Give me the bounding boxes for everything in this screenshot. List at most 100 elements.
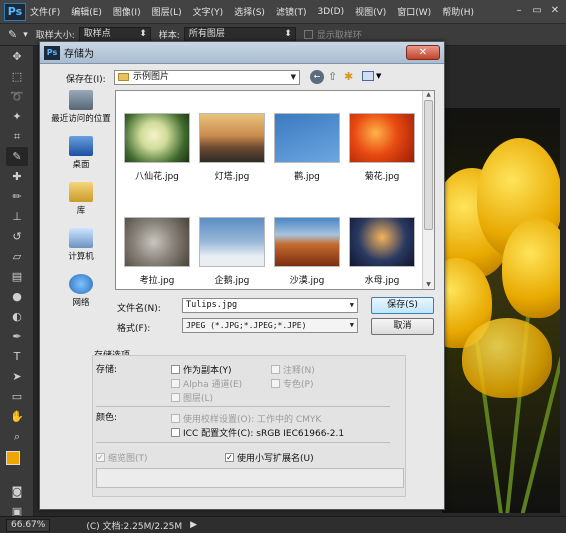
eyedropper-tool-icon[interactable]: ✎	[6, 147, 28, 166]
desktop-icon	[69, 136, 93, 156]
recent-places-icon	[69, 90, 93, 110]
layers-checkbox[interactable]: 图层(L)	[171, 391, 213, 404]
scrollbar-thumb[interactable]	[424, 100, 433, 230]
close-icon[interactable]: ✕	[548, 4, 562, 18]
type-tool-icon[interactable]: T	[6, 347, 28, 366]
sample-select[interactable]: 所有图层 ⬍	[183, 27, 296, 42]
file-list-scrollbar[interactable]: ▲ ▼	[422, 91, 434, 289]
dialog-title: 存储为	[64, 49, 94, 60]
sample-size-label: 取样大小:	[35, 31, 75, 41]
place-network[interactable]: 网络	[47, 274, 115, 318]
notes-checkbox[interactable]: 注释(N)	[271, 363, 315, 376]
blur-tool-icon[interactable]: ●	[6, 287, 28, 306]
place-recent[interactable]: 最近访问的位置	[47, 90, 115, 134]
healing-tool-icon[interactable]: ✚	[6, 167, 28, 186]
menu-3d[interactable]: 3D(D)	[317, 7, 344, 17]
places-bar: 最近访问的位置 桌面 库 计算机 网络	[47, 88, 115, 313]
hand-tool-icon[interactable]: ✋	[6, 407, 28, 426]
menu-filter[interactable]: 滤镜(T)	[276, 5, 307, 18]
menu-bar: Ps 文件(F) 编辑(E) 图像(I) 图层(L) 文字(Y) 选择(S) 滤…	[0, 0, 566, 24]
file-name-6[interactable]: 沙漠.jpg	[267, 273, 347, 286]
color-label: 颜色:	[96, 413, 118, 423]
file-name-2[interactable]: 鹳.jpg	[267, 169, 347, 182]
path-select-tool-icon[interactable]: ➤	[6, 367, 28, 386]
thumbnail-checkbox[interactable]: ✓ 缩览图(T)	[96, 451, 148, 464]
place-desktop[interactable]: 桌面	[47, 136, 115, 180]
view-menu-icon[interactable]	[362, 71, 374, 81]
file-thumb-7[interactable]	[349, 217, 415, 267]
maximize-icon[interactable]: ▭	[530, 4, 544, 18]
file-thumb-2[interactable]	[274, 113, 340, 163]
options-divider	[96, 442, 390, 443]
lasso-tool-icon[interactable]: ➰	[6, 87, 28, 106]
eyedropper-icon[interactable]: ✎	[8, 28, 17, 41]
gradient-tool-icon[interactable]: ▤	[6, 267, 28, 286]
use-proof-checkbox[interactable]: 使用校样设置(O): 工作中的 CMYK	[171, 412, 321, 425]
minimize-icon[interactable]: –	[512, 4, 526, 18]
quick-select-tool-icon[interactable]: ✦	[6, 107, 28, 126]
computer-icon	[69, 228, 93, 248]
quick-mask-icon[interactable]: ◙	[6, 482, 28, 501]
file-list: 八仙花.jpg 灯塔.jpg 鹳.jpg 菊花.jpg 考拉.jpg 企鹅.jp…	[115, 90, 435, 290]
lowercase-extension-checkbox[interactable]: ✓ 使用小写扩展名(U)	[225, 451, 314, 464]
pen-tool-icon[interactable]: ✒	[6, 327, 28, 346]
file-name-4[interactable]: 考拉.jpg	[117, 273, 197, 286]
dodge-tool-icon[interactable]: ◐	[6, 307, 28, 326]
menu-layer[interactable]: 图层(L)	[152, 5, 182, 18]
save-in-select[interactable]: 示例图片 ▼	[114, 70, 300, 85]
spot-color-checkbox[interactable]: 专色(P)	[271, 377, 313, 390]
history-brush-tool-icon[interactable]: ↺	[6, 227, 28, 246]
menu-type[interactable]: 文字(Y)	[193, 5, 224, 18]
save-button[interactable]: 保存(S)	[371, 297, 434, 314]
icc-profile-checkbox[interactable]: ICC 配置文件(C): sRGB IEC61966-2.1	[171, 426, 344, 439]
menu-file[interactable]: 文件(F)	[30, 5, 60, 18]
sample-size-select[interactable]: 取样点 ⬍	[78, 27, 151, 42]
crop-tool-icon[interactable]: ⌗	[6, 127, 28, 146]
up-folder-icon[interactable]: ⇧	[328, 70, 337, 83]
as-copy-checkbox[interactable]: 作为副本(Y)	[171, 363, 232, 376]
foreground-color-swatch[interactable]	[6, 451, 20, 465]
file-thumb-6[interactable]	[274, 217, 340, 267]
show-ring-checkbox[interactable]	[303, 30, 313, 39]
file-name-5[interactable]: 企鹅.jpg	[192, 273, 272, 286]
file-name-7[interactable]: 水母.jpg	[342, 273, 422, 286]
stamp-tool-icon[interactable]: ⊥	[6, 207, 28, 226]
file-name-1[interactable]: 灯塔.jpg	[192, 169, 272, 182]
file-name-0[interactable]: 八仙花.jpg	[117, 169, 197, 182]
marquee-tool-icon[interactable]: ⬚	[6, 67, 28, 86]
file-thumb-0[interactable]	[124, 113, 190, 163]
file-thumb-5[interactable]	[199, 217, 265, 267]
menu-view[interactable]: 视图(V)	[355, 5, 386, 18]
file-thumb-4[interactable]	[124, 217, 190, 267]
brush-tool-icon[interactable]: ✏	[6, 187, 28, 206]
zoom-level[interactable]: 66.67%	[6, 518, 51, 532]
cancel-button[interactable]: 取消	[371, 318, 434, 335]
menu-select[interactable]: 选择(S)	[234, 5, 265, 18]
menu-help[interactable]: 帮助(H)	[442, 5, 474, 18]
place-computer[interactable]: 计算机	[47, 228, 115, 272]
file-thumb-1[interactable]	[199, 113, 265, 163]
view-menu-arrow-icon[interactable]: ▼	[376, 72, 381, 80]
file-thumb-3[interactable]	[349, 113, 415, 163]
filename-input[interactable]: Tulips.jpg ▼	[182, 298, 358, 313]
format-select[interactable]: JPEG (*.JPG;*.JPEG;*.JPE) ▼	[182, 318, 358, 333]
eraser-tool-icon[interactable]: ▱	[6, 247, 28, 266]
chevron-down-icon: ▼	[349, 301, 354, 309]
color-swatches[interactable]	[0, 447, 34, 481]
menu-window[interactable]: 窗口(W)	[397, 5, 431, 18]
status-bar: 66.67% (C) 文档:2.25M/2.25M ▶	[0, 516, 566, 533]
tool-preset-arrow-icon[interactable]: ▾	[23, 30, 28, 40]
back-icon[interactable]: ←	[310, 70, 324, 84]
place-libraries[interactable]: 库	[47, 182, 115, 226]
menu-edit[interactable]: 编辑(E)	[71, 5, 102, 18]
status-menu-arrow-icon[interactable]: ▶	[190, 520, 197, 530]
alpha-channel-checkbox[interactable]: Alpha 通道(E)	[171, 377, 242, 390]
chevron-down-icon: ▼	[290, 73, 296, 81]
zoom-tool-icon[interactable]: ⌕	[6, 427, 28, 446]
shape-tool-icon[interactable]: ▭	[6, 387, 28, 406]
file-name-3[interactable]: 菊花.jpg	[342, 169, 422, 182]
dialog-close-button[interactable]: ✕	[406, 45, 440, 60]
new-folder-icon[interactable]: ✱	[344, 70, 353, 83]
move-tool-icon[interactable]: ✥	[6, 47, 28, 66]
menu-image[interactable]: 图像(I)	[113, 5, 141, 18]
